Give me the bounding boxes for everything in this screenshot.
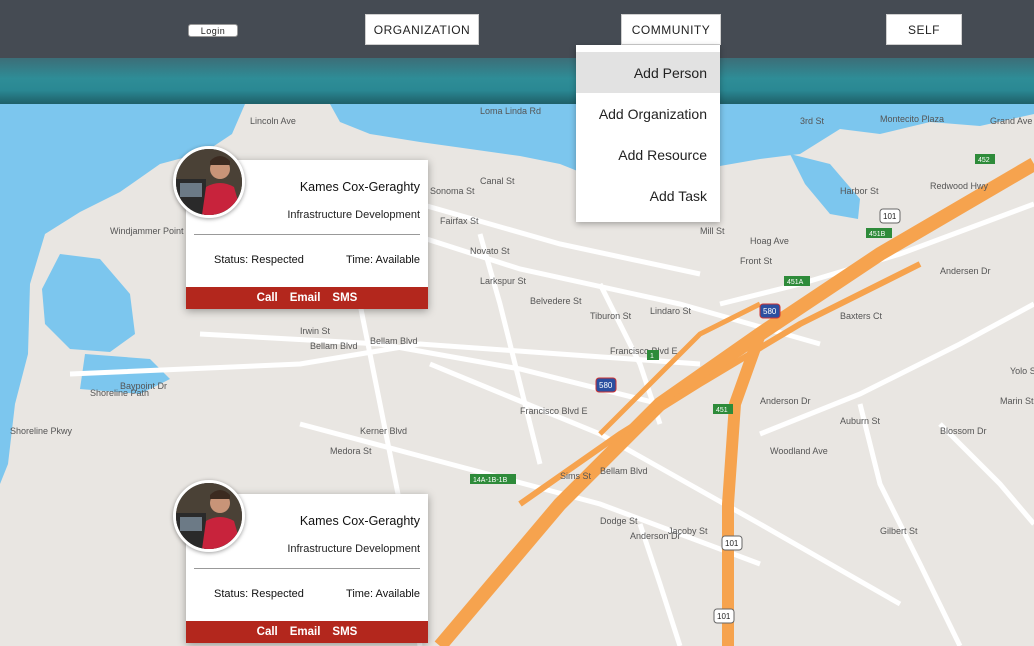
street-label: Anderson Dr — [760, 396, 811, 406]
login-button[interactable]: Login — [188, 24, 238, 37]
street-label: Francisco Blvd E — [520, 406, 588, 416]
street-label: Anderson Dr — [630, 531, 681, 541]
svg-text:580: 580 — [763, 307, 777, 316]
street-label: Hoag Ave — [750, 236, 789, 246]
street-label: Shoreline Path — [90, 388, 149, 398]
street-label: Woodland Ave — [770, 446, 828, 456]
i-580-shield-icon: 580 — [759, 303, 781, 319]
status-text: Status: Respected — [214, 588, 304, 600]
community-button[interactable]: COMMUNITY — [621, 14, 721, 45]
street-label: 3rd St — [800, 116, 825, 126]
person-department: Infrastructure Development — [287, 209, 420, 221]
street-label: Mill St — [700, 226, 725, 236]
street-label: Gilbert St — [880, 526, 918, 536]
email-button[interactable]: Email — [290, 292, 321, 304]
street-label: Blossom Dr — [940, 426, 987, 436]
avatar-photo-icon — [176, 149, 242, 215]
svg-text:101: 101 — [725, 539, 739, 548]
street-label: Windjammer Point Dr — [110, 226, 196, 236]
i-580-shield-icon: 580 — [595, 377, 617, 393]
street-label: Sonoma St — [430, 186, 475, 196]
street-label: Auburn St — [840, 416, 881, 426]
street-label: Sims St — [560, 471, 592, 481]
card-divider — [194, 234, 420, 235]
street-label: Redwood Hwy — [930, 181, 989, 191]
street-label: Lincoln Ave — [250, 116, 296, 126]
availability-text: Time: Available — [346, 254, 420, 266]
status-text: Status: Respected — [214, 254, 304, 266]
svg-text:451: 451 — [716, 407, 728, 414]
street-label: Fairfax St — [440, 216, 479, 226]
street-label: Dodge St — [600, 516, 638, 526]
map-view[interactable]: Bellam Blvd Bellam Blvd Francisco Blvd E… — [0, 104, 1034, 646]
svg-text:101: 101 — [717, 612, 731, 621]
street-label: Harbor St — [840, 186, 879, 196]
card-action-bar: Call Email SMS — [186, 287, 428, 309]
svg-text:452: 452 — [978, 157, 990, 164]
us-101-shield-icon: 101 — [879, 208, 901, 224]
us-101-shield-icon: 101 — [721, 535, 743, 551]
menu-item-add-organization[interactable]: Add Organization — [576, 93, 720, 134]
street-label: Shoreline Pkwy — [10, 426, 73, 436]
street-label: Larkspur St — [480, 276, 527, 286]
street-label: Bellam Blvd — [600, 466, 648, 476]
street-label: Grand Ave — [990, 116, 1032, 126]
availability-text: Time: Available — [346, 588, 420, 600]
card-action-bar: Call Email SMS — [186, 621, 428, 643]
svg-text:580: 580 — [599, 381, 613, 390]
street-label: Lindaro St — [650, 306, 692, 316]
card-divider — [194, 568, 420, 569]
exit-sign: 451A — [784, 276, 810, 286]
us-101-shield-icon: 101 — [713, 608, 735, 624]
street-label: Belvedere St — [530, 296, 582, 306]
svg-text:451B: 451B — [869, 231, 886, 238]
person-department: Infrastructure Development — [287, 543, 420, 555]
map-canvas[interactable]: Bellam Blvd Bellam Blvd Francisco Blvd E… — [0, 104, 1034, 646]
street-label: Tiburon St — [590, 311, 632, 321]
street-label: Yolo St — [1010, 366, 1034, 376]
exit-sign: 1 — [647, 350, 659, 360]
sms-button[interactable]: SMS — [332, 626, 357, 638]
svg-text:14A-1B-1B: 14A-1B-1B — [473, 477, 508, 484]
community-dropdown-menu: Add Person Add Organization Add Resource… — [576, 45, 720, 222]
exit-sign: 452 — [975, 154, 995, 164]
street-label: Medora St — [330, 446, 372, 456]
call-button[interactable]: Call — [257, 292, 278, 304]
street-label: Andersen Dr — [940, 266, 991, 276]
street-label: Montecito Plaza — [880, 114, 944, 124]
street-label: Bellam Blvd — [370, 336, 418, 346]
street-label: Bellam Blvd — [310, 341, 358, 351]
menu-item-add-resource[interactable]: Add Resource — [576, 134, 720, 175]
top-navigation-bar — [0, 0, 1034, 58]
avatar[interactable] — [173, 480, 245, 552]
menu-item-add-person[interactable]: Add Person — [576, 52, 720, 93]
sms-button[interactable]: SMS — [332, 292, 357, 304]
avatar-photo-icon — [176, 483, 242, 549]
street-label: Marin St — [1000, 396, 1034, 406]
email-button[interactable]: Email — [290, 626, 321, 638]
svg-text:1: 1 — [650, 353, 654, 360]
street-label: Novato St — [470, 246, 510, 256]
street-label: Irwin St — [300, 326, 331, 336]
street-label: Baxters Ct — [840, 311, 883, 321]
menu-item-add-task[interactable]: Add Task — [576, 175, 720, 216]
svg-text:101: 101 — [883, 212, 897, 221]
header-band — [0, 58, 1034, 104]
call-button[interactable]: Call — [257, 626, 278, 638]
avatar[interactable] — [173, 146, 245, 218]
exit-sign: 14A-1B-1B — [470, 474, 516, 484]
exit-sign: 451 — [713, 404, 733, 414]
svg-text:451A: 451A — [787, 279, 804, 286]
street-label: Canal St — [480, 176, 515, 186]
self-button[interactable]: SELF — [886, 14, 962, 45]
person-name: Kames Cox-Geraghty — [299, 514, 420, 528]
organization-button[interactable]: ORGANIZATION — [365, 14, 479, 45]
exit-sign: 451B — [866, 228, 892, 238]
street-label: Loma Linda Rd — [480, 106, 541, 116]
street-label: Kerner Blvd — [360, 426, 407, 436]
street-label: Front St — [740, 256, 773, 266]
street-label: Francisco Blvd E — [610, 346, 678, 356]
person-name: Kames Cox-Geraghty — [299, 180, 420, 194]
